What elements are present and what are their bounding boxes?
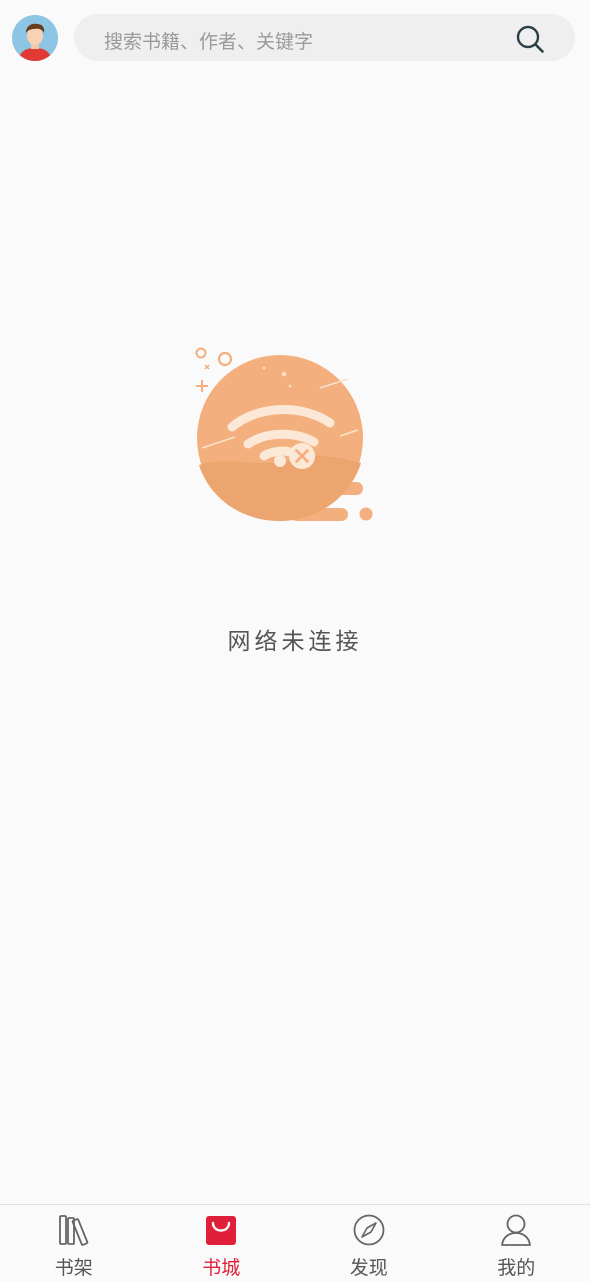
- tab-label: 发现: [295, 1253, 443, 1280]
- tab-label: 我的: [443, 1253, 590, 1280]
- bottom-tab-bar: 书架 书城 发现 我的: [0, 1204, 590, 1281]
- user-avatar[interactable]: [12, 15, 58, 61]
- search-icon[interactable]: [515, 24, 545, 54]
- avatar-icon: [12, 15, 58, 61]
- search-input[interactable]: 搜索书籍、作者、关键字: [104, 27, 313, 54]
- top-bar: 搜索书籍、作者、关键字: [0, 0, 590, 78]
- tab-label: 书架: [0, 1253, 148, 1280]
- user-icon: [499, 1213, 533, 1247]
- shopping-bag-icon: [204, 1213, 238, 1247]
- search-bar[interactable]: 搜索书籍、作者、关键字: [74, 14, 575, 61]
- tab-label: 书城: [148, 1253, 296, 1280]
- wifi-off-icon: [190, 343, 380, 528]
- network-status-message: 网络未连接: [0, 622, 590, 656]
- no-network-illustration: [190, 343, 380, 528]
- bookshelf-icon: [57, 1213, 91, 1247]
- tab-bookshelf[interactable]: 书架: [0, 1205, 148, 1281]
- compass-icon: [352, 1213, 386, 1247]
- tab-discover[interactable]: 发现: [295, 1205, 443, 1281]
- tab-profile[interactable]: 我的: [443, 1205, 590, 1281]
- tab-bookstore[interactable]: 书城: [148, 1205, 296, 1281]
